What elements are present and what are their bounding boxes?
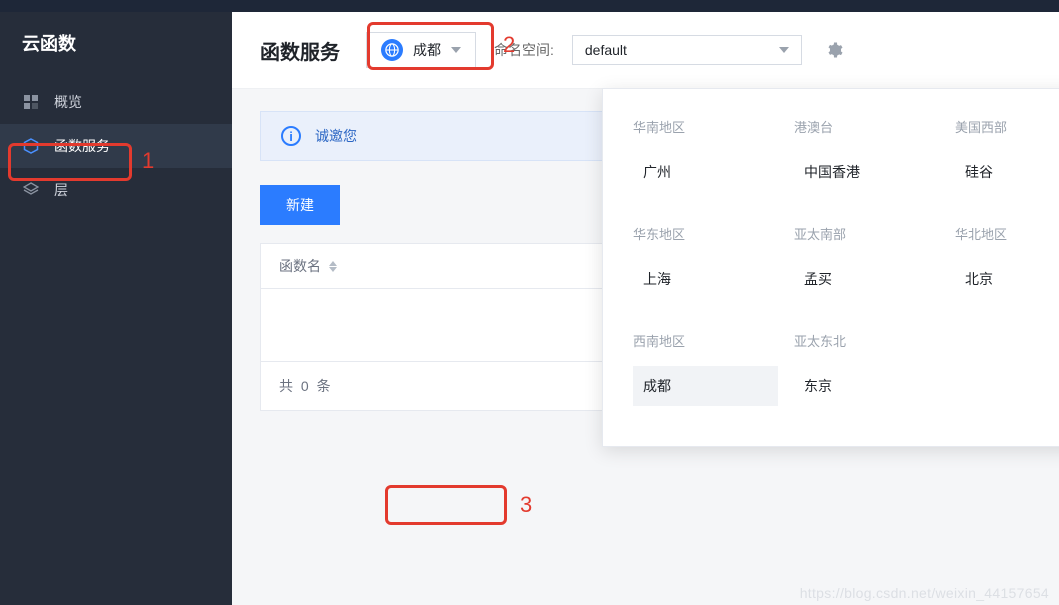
namespace-value: default: [585, 42, 627, 58]
footer-count: 0: [301, 378, 309, 394]
region-group: 亚太南部孟买: [794, 224, 939, 299]
namespace-selector[interactable]: default: [572, 35, 802, 65]
hexagon-icon: [22, 137, 40, 155]
region-group-title: 美国西部: [955, 117, 1059, 136]
region-selector[interactable]: 成都: [366, 32, 476, 68]
region-group: 西南地区成都: [633, 331, 778, 406]
sidebar-item-label: 层: [54, 180, 68, 200]
region-item-中国香港[interactable]: 中国香港: [794, 152, 939, 192]
region-group-title: 华南地区: [633, 117, 778, 136]
create-button[interactable]: 新建: [260, 185, 340, 225]
layers-icon: [22, 181, 40, 199]
sidebar: 云函数 概览 函数服务 层: [0, 12, 232, 605]
region-group: 亚太东北东京: [794, 331, 939, 406]
region-group-title: 亚太东北: [794, 331, 939, 350]
sidebar-item-label: 概览: [54, 92, 82, 112]
info-icon: i: [281, 126, 301, 146]
region-selected-label: 成都: [413, 40, 441, 60]
region-group: 华南地区广州: [633, 117, 778, 192]
sidebar-item-function-service[interactable]: 函数服务: [0, 124, 232, 168]
page-title: 函数服务: [260, 36, 340, 65]
region-item-上海[interactable]: 上海: [633, 259, 778, 299]
gear-icon: [825, 41, 843, 59]
page-header: 函数服务 成都 命名空间: default: [232, 12, 1059, 89]
invite-text: 诚邀您: [315, 126, 357, 146]
chevron-down-icon: [779, 47, 789, 53]
region-item-北京[interactable]: 北京: [955, 259, 1059, 299]
sidebar-item-layers[interactable]: 层: [0, 168, 232, 212]
sort-icon: [329, 261, 337, 272]
region-item-东京[interactable]: 东京: [794, 366, 939, 406]
footer-suffix: 条: [317, 378, 331, 394]
region-item-孟买[interactable]: 孟买: [794, 259, 939, 299]
region-group: 港澳台中国香港: [794, 117, 939, 192]
region-group-title: 亚太南部: [794, 224, 939, 243]
region-group-title: 港澳台: [794, 117, 939, 136]
region-group: 美国西部硅谷: [955, 117, 1059, 192]
footer-prefix: 共: [279, 378, 293, 394]
region-group: 华北地区北京: [955, 224, 1059, 299]
dashboard-icon: [22, 93, 40, 111]
sidebar-title: 云函数: [0, 30, 232, 80]
app-topbar: [0, 0, 1059, 12]
region-item-硅谷[interactable]: 硅谷: [955, 152, 1059, 192]
globe-icon: [381, 39, 403, 61]
region-item-广州[interactable]: 广州: [633, 152, 778, 192]
main-area: 函数服务 成都 命名空间: default i 诚邀您: [232, 12, 1059, 605]
sidebar-item-overview[interactable]: 概览: [0, 80, 232, 124]
chevron-down-icon: [451, 47, 461, 53]
region-dropdown-panel: 华南地区广州港澳台中国香港美国西部硅谷北美地区多伦多华东地区上海亚太南部孟买华北…: [602, 88, 1059, 447]
col-function-name: 函数名: [279, 256, 321, 276]
region-item-成都[interactable]: 成都: [633, 366, 778, 406]
region-group-title: 西南地区: [633, 331, 778, 350]
namespace-label: 命名空间:: [494, 40, 554, 60]
settings-button[interactable]: [820, 36, 848, 64]
sidebar-item-label: 函数服务: [54, 136, 110, 156]
region-group: 华东地区上海: [633, 224, 778, 299]
region-group-title: 华东地区: [633, 224, 778, 243]
region-group-title: 华北地区: [955, 224, 1059, 243]
